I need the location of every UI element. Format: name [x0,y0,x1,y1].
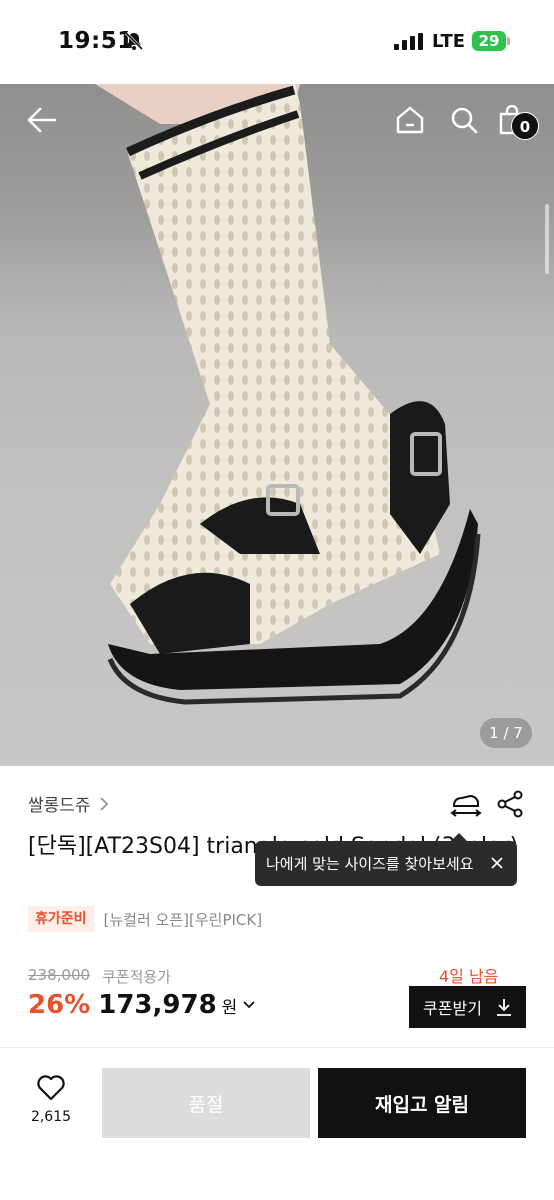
brand-name: 쌀롱드쥬 [28,796,91,816]
battery-icon: 29 [472,31,510,51]
tag-text: [뉴컬러 오픈][우린PICK] [103,910,263,929]
chevron-down-icon [243,1001,255,1009]
search-icon[interactable] [446,102,482,138]
share-icon[interactable] [496,790,524,818]
battery-level: 29 [472,31,506,51]
get-coupon-button[interactable]: 쿠폰받기 [409,986,526,1028]
heart-icon [37,1075,65,1101]
image-counter: 1 / 7 [480,718,532,748]
size-tooltip[interactable]: 나에게 맞는 사이즈를 찾아보세요 [255,833,517,886]
price-row[interactable]: 26% 173,978 원 [28,990,256,1020]
soldout-button: 품절 [102,1068,310,1138]
product-image[interactable]: 0 1 / 7 [0,84,554,766]
close-icon[interactable] [487,853,507,873]
coupon-button-label: 쿠폰받기 [423,999,482,1018]
original-price: 238,000 [28,966,91,984]
coupon-price-label: 쿠폰적용가 [102,968,172,986]
size-guide-icon[interactable] [450,790,482,818]
product-photo [95,84,481,705]
battery-tip [507,37,510,45]
back-arrow-icon[interactable] [24,102,60,138]
home-icon[interactable] [392,102,428,138]
days-left: 4일 남음 [439,967,499,986]
signal-icon [394,33,423,50]
status-time: 19:51 [58,28,134,54]
currency-label: 원 [221,998,238,1018]
restock-alert-button[interactable]: 재입고 알림 [318,1068,526,1138]
sale-price: 173,978 [98,990,217,1020]
discount-rate: 26% [28,990,91,1020]
like-count: 2,615 [30,1109,72,1125]
download-icon [496,999,511,1016]
bell-muted-icon [124,31,144,51]
scroll-indicator [545,204,549,274]
soldout-label: 품절 [188,1093,224,1116]
like-button[interactable]: 2,615 [22,1075,80,1137]
cart-count-badge: 0 [511,112,539,140]
status-bar: 19:51 LTE 29 [0,0,554,84]
divider [0,1047,554,1048]
chevron-right-icon [99,796,108,811]
brand-link[interactable]: 쌀롱드쥬 [28,791,109,816]
network-label: LTE [432,31,466,52]
tag-row: 휴가준비 [뉴컬러 오픈][우린PICK] [28,906,262,932]
promo-badge: 휴가준비 [28,906,94,932]
restock-label: 재입고 알림 [374,1093,469,1116]
tooltip-text: 나에게 맞는 사이즈를 찾아보세요 [266,855,474,873]
